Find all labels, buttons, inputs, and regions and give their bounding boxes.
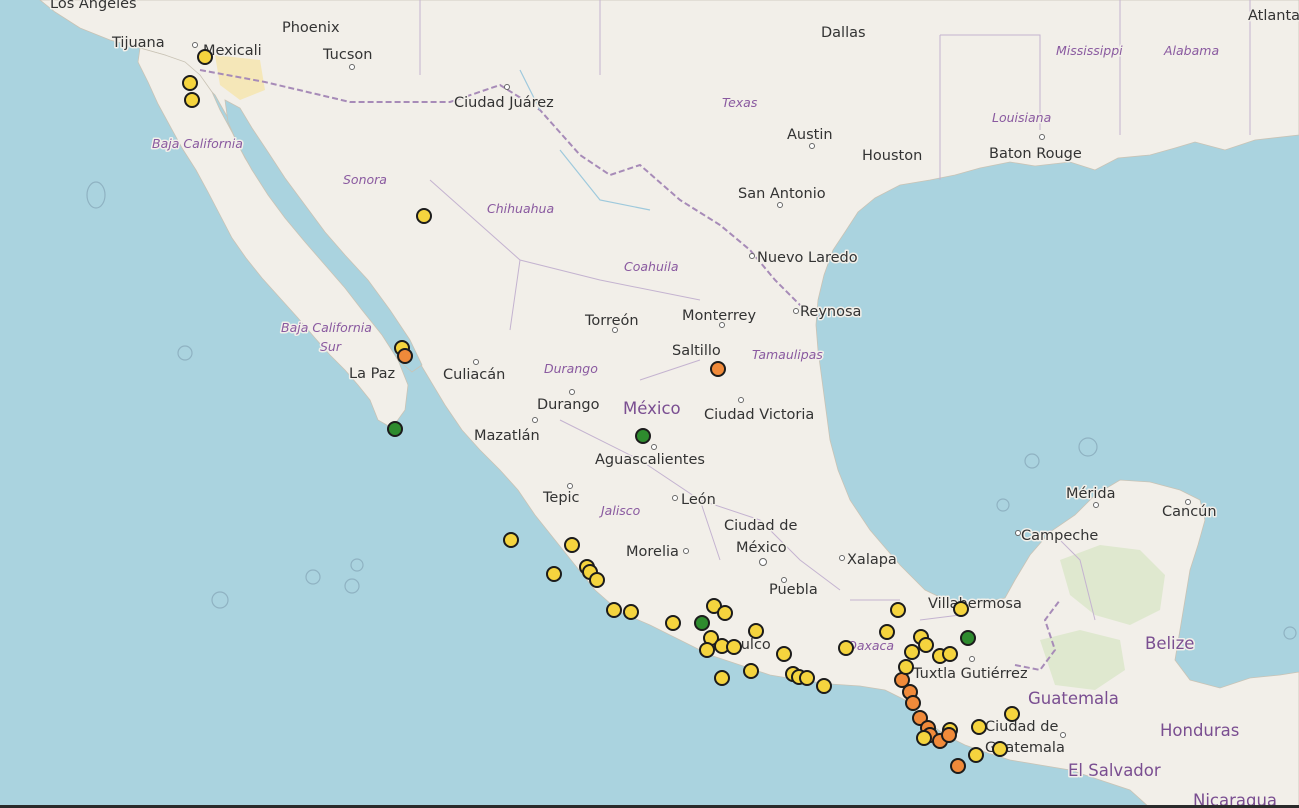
label-oaxaca: Oaxaca [847,638,894,653]
label-alabama: Alabama [1163,43,1219,58]
green-event-marker[interactable] [635,428,651,444]
label-aguascalientes: Aguascalientes [595,452,705,468]
yellow-event-marker[interactable] [743,663,759,679]
yellow-event-marker[interactable] [623,604,639,620]
label-jalisco: Jalisco [598,503,641,518]
label-mexico: México [623,399,681,418]
label-torreon: Torreón [584,313,639,329]
yellow-event-marker[interactable] [838,640,854,656]
label-texas: Texas [722,95,758,110]
yellow-event-marker[interactable] [904,644,920,660]
label-mississippi: Mississippi [1056,43,1123,58]
yellow-event-marker[interactable] [589,572,605,588]
yellow-event-marker[interactable] [714,670,730,686]
yellow-event-marker[interactable] [968,747,984,763]
label-coahuila: Coahuila [624,259,679,274]
label-tucson: Tucson [322,47,372,63]
yellow-event-marker[interactable] [197,49,213,65]
yellow-event-marker[interactable] [890,602,906,618]
label-chihuahua: Chihuahua [487,201,554,216]
yellow-event-marker[interactable] [916,730,932,746]
yellow-event-marker[interactable] [564,537,580,553]
yellow-event-marker[interactable] [606,602,622,618]
label-tijuana: Tijuana [111,35,165,51]
yellow-event-marker[interactable] [942,646,958,662]
label-san-antonio: San Antonio [738,186,826,202]
yellow-event-marker[interactable] [699,642,715,658]
green-event-marker[interactable] [387,421,403,437]
orange-event-marker[interactable] [905,695,921,711]
label-austin: Austin [787,127,833,143]
label-durango: Durango [537,397,600,413]
label-guatemala-city-1: Ciudad de [985,719,1058,735]
label-xalapa: Xalapa [847,552,897,568]
yellow-event-marker[interactable] [918,637,934,653]
yellow-event-marker[interactable] [748,623,764,639]
yellow-event-marker[interactable] [182,75,198,91]
label-phoenix: Phoenix [282,20,340,36]
label-los-angeles: Los Angeles [50,0,137,12]
label-tamaulipas: Tamaulipas [752,347,823,362]
label-nuevo-laredo: Nuevo Laredo [757,250,858,266]
label-louisiana: Louisiana [992,110,1051,125]
label-campeche: Campeche [1021,528,1098,544]
label-ciudad-juarez: Ciudad Juárez [454,95,554,111]
label-cdmx-2: México [736,540,787,556]
label-merida: Mérida [1066,486,1116,502]
yellow-event-marker[interactable] [879,624,895,640]
label-tuxtla: Tuxtla Gutiérrez [912,666,1028,682]
yellow-event-marker[interactable] [416,208,432,224]
yellow-event-marker[interactable] [971,719,987,735]
yellow-event-marker[interactable] [726,639,742,655]
yellow-event-marker[interactable] [546,566,562,582]
green-event-marker[interactable] [960,630,976,646]
orange-event-marker[interactable] [941,727,957,743]
map-canvas[interactable]: México Guatemala Belize Honduras El Salv… [0,0,1299,808]
yellow-event-marker[interactable] [816,678,832,694]
label-saltillo: Saltillo [672,343,721,359]
yellow-event-marker[interactable] [503,532,519,548]
label-guatemala: Guatemala [1028,689,1119,708]
label-houston: Houston [862,148,922,164]
label-belize: Belize [1145,634,1194,653]
yellow-event-marker[interactable] [776,646,792,662]
label-monterrey: Monterrey [682,308,756,324]
yellow-event-marker[interactable] [898,659,914,675]
label-mazatlan: Mazatlán [474,428,540,444]
label-atlanta: Atlanta [1248,8,1299,24]
label-leon: León [681,492,716,508]
label-culiacan: Culiacán [443,367,505,383]
label-baja-california: Baja California [152,136,243,151]
label-villahermosa: Villahermosa [928,596,1022,612]
label-el-salvador: El Salvador [1068,761,1161,780]
label-puebla: Puebla [769,582,818,598]
yellow-event-marker[interactable] [184,92,200,108]
green-event-marker[interactable] [694,615,710,631]
label-reynosa: Reynosa [800,304,861,320]
yellow-event-marker[interactable] [953,601,969,617]
label-sonora: Sonora [343,172,387,187]
label-dallas: Dallas [821,25,866,41]
label-baton-rouge: Baton Rouge [989,146,1082,162]
orange-event-marker[interactable] [397,348,413,364]
orange-event-marker[interactable] [710,361,726,377]
label-honduras: Honduras [1160,721,1239,740]
label-tepic: Tepic [542,490,580,506]
label-cancun: Cancún [1162,504,1217,520]
label-durango: Durango [544,361,598,376]
yellow-event-marker[interactable] [799,670,815,686]
label-cdmx-1: Ciudad de [724,518,797,534]
yellow-event-marker[interactable] [665,615,681,631]
orange-event-marker[interactable] [950,758,966,774]
yellow-event-marker[interactable] [1004,706,1020,722]
label-bcs-1: Baja California [281,320,372,335]
label-morelia: Morelia [626,544,679,560]
label-ciudad-victoria: Ciudad Victoria [704,407,814,423]
label-bcs-2: Sur [320,339,342,354]
yellow-event-marker[interactable] [992,741,1008,757]
yellow-event-marker[interactable] [717,605,733,621]
label-la-paz: La Paz [349,366,395,382]
